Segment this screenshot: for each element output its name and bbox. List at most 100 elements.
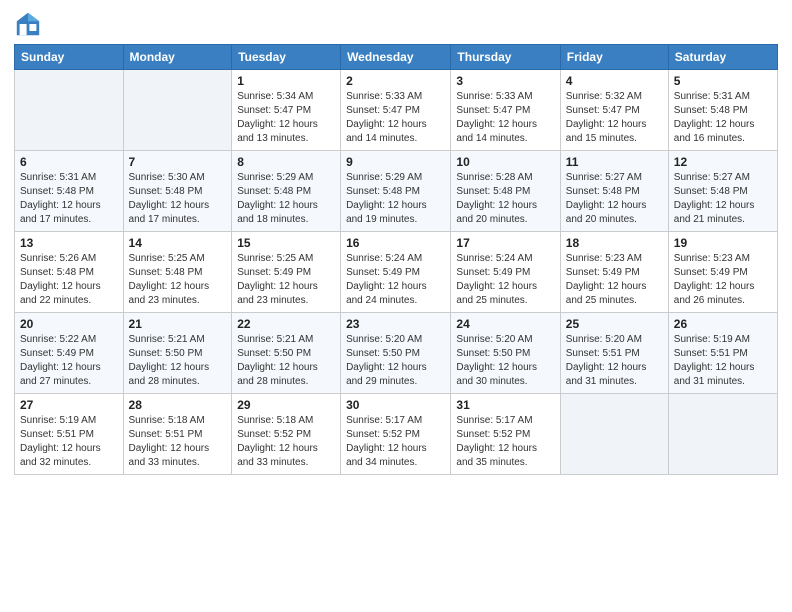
day-info: Sunrise: 5:34 AMSunset: 5:47 PMDaylight:… (237, 90, 335, 146)
calendar-cell: 16 Sunrise: 5:24 AMSunset: 5:49 PMDayligh… (341, 232, 451, 313)
day-number: 31 (456, 398, 554, 412)
day-info: Sunrise: 5:26 AMSunset: 5:48 PMDaylight:… (20, 252, 118, 308)
day-info: Sunrise: 5:29 AMSunset: 5:48 PMDaylight:… (237, 171, 335, 227)
calendar-cell: 26 Sunrise: 5:19 AMSunset: 5:51 PMDayligh… (668, 313, 777, 394)
calendar-cell: 12 Sunrise: 5:27 AMSunset: 5:48 PMDayligh… (668, 151, 777, 232)
day-number: 21 (129, 317, 227, 331)
calendar-cell: 25 Sunrise: 5:20 AMSunset: 5:51 PMDayligh… (560, 313, 668, 394)
week-row-2: 6Sunrise: 5:31 AMSunset: 5:48 PMDaylight… (15, 151, 778, 232)
calendar-cell: 23 Sunrise: 5:20 AMSunset: 5:50 PMDayligh… (341, 313, 451, 394)
day-info: Sunrise: 5:25 AMSunset: 5:49 PMDaylight:… (237, 252, 335, 308)
calendar-cell (668, 394, 777, 475)
day-number: 8 (237, 155, 335, 169)
header-friday: Friday (560, 45, 668, 70)
day-number: 3 (456, 74, 554, 88)
calendar-cell: 3 Sunrise: 5:33 AMSunset: 5:47 PMDaylight… (451, 70, 560, 151)
day-info: Sunrise: 5:29 AMSunset: 5:48 PMDaylight:… (346, 171, 445, 227)
calendar-cell: 13Sunrise: 5:26 AMSunset: 5:48 PMDayligh… (15, 232, 124, 313)
logo (14, 10, 46, 38)
day-number: 5 (674, 74, 772, 88)
calendar-header: SundayMondayTuesdayWednesdayThursdayFrid… (15, 45, 778, 70)
calendar-cell: 9 Sunrise: 5:29 AMSunset: 5:48 PMDaylight… (341, 151, 451, 232)
day-number: 1 (237, 74, 335, 88)
day-number: 25 (566, 317, 663, 331)
day-info: Sunrise: 5:20 AMSunset: 5:50 PMDaylight:… (456, 333, 554, 389)
day-number: 19 (674, 236, 772, 250)
day-number: 23 (346, 317, 445, 331)
day-info: Sunrise: 5:24 AMSunset: 5:49 PMDaylight:… (346, 252, 445, 308)
day-info: Sunrise: 5:33 AMSunset: 5:47 PMDaylight:… (456, 90, 554, 146)
calendar-cell: 6Sunrise: 5:31 AMSunset: 5:48 PMDaylight… (15, 151, 124, 232)
calendar-cell: 14 Sunrise: 5:25 AMSunset: 5:48 PMDayligh… (123, 232, 232, 313)
day-info: Sunrise: 5:18 AMSunset: 5:52 PMDaylight:… (237, 414, 335, 470)
header (14, 10, 778, 38)
day-number: 10 (456, 155, 554, 169)
day-info: Sunrise: 5:19 AMSunset: 5:51 PMDaylight:… (674, 333, 772, 389)
day-info: Sunrise: 5:17 AMSunset: 5:52 PMDaylight:… (346, 414, 445, 470)
day-info: Sunrise: 5:19 AMSunset: 5:51 PMDaylight:… (20, 414, 118, 470)
day-info: Sunrise: 5:24 AMSunset: 5:49 PMDaylight:… (456, 252, 554, 308)
day-info: Sunrise: 5:23 AMSunset: 5:49 PMDaylight:… (566, 252, 663, 308)
header-monday: Monday (123, 45, 232, 70)
day-number: 29 (237, 398, 335, 412)
page: SundayMondayTuesdayWednesdayThursdayFrid… (0, 0, 792, 612)
day-info: Sunrise: 5:31 AMSunset: 5:48 PMDaylight:… (20, 171, 118, 227)
calendar-cell: 10 Sunrise: 5:28 AMSunset: 5:48 PMDayligh… (451, 151, 560, 232)
calendar-cell: 22Sunrise: 5:21 AMSunset: 5:50 PMDayligh… (232, 313, 341, 394)
calendar-cell: 8 Sunrise: 5:29 AMSunset: 5:48 PMDaylight… (232, 151, 341, 232)
day-info: Sunrise: 5:30 AMSunset: 5:48 PMDaylight:… (129, 171, 227, 227)
calendar-cell (123, 70, 232, 151)
day-info: Sunrise: 5:33 AMSunset: 5:47 PMDaylight:… (346, 90, 445, 146)
week-row-5: 27 Sunrise: 5:19 AMSunset: 5:51 PMDayligh… (15, 394, 778, 475)
day-info: Sunrise: 5:22 AMSunset: 5:49 PMDaylight:… (20, 333, 118, 389)
day-number: 11 (566, 155, 663, 169)
calendar-cell: 2 Sunrise: 5:33 AMSunset: 5:47 PMDaylight… (341, 70, 451, 151)
week-row-4: 20 Sunrise: 5:22 AMSunset: 5:49 PMDayligh… (15, 313, 778, 394)
calendar-cell: 19 Sunrise: 5:23 AMSunset: 5:49 PMDayligh… (668, 232, 777, 313)
calendar-cell: 31 Sunrise: 5:17 AMSunset: 5:52 PMDayligh… (451, 394, 560, 475)
day-info: Sunrise: 5:27 AMSunset: 5:48 PMDaylight:… (674, 171, 772, 227)
day-number: 16 (346, 236, 445, 250)
day-info: Sunrise: 5:31 AMSunset: 5:48 PMDaylight:… (674, 90, 772, 146)
day-number: 9 (346, 155, 445, 169)
day-info: Sunrise: 5:20 AMSunset: 5:50 PMDaylight:… (346, 333, 445, 389)
day-number: 4 (566, 74, 663, 88)
header-tuesday: Tuesday (232, 45, 341, 70)
day-number: 30 (346, 398, 445, 412)
day-info: Sunrise: 5:17 AMSunset: 5:52 PMDaylight:… (456, 414, 554, 470)
calendar-cell: 11Sunrise: 5:27 AMSunset: 5:48 PMDayligh… (560, 151, 668, 232)
day-number: 28 (129, 398, 227, 412)
calendar-cell: 7 Sunrise: 5:30 AMSunset: 5:48 PMDaylight… (123, 151, 232, 232)
calendar-cell: 18Sunrise: 5:23 AMSunset: 5:49 PMDayligh… (560, 232, 668, 313)
header-wednesday: Wednesday (341, 45, 451, 70)
calendar-cell (560, 394, 668, 475)
header-thursday: Thursday (451, 45, 560, 70)
header-row: SundayMondayTuesdayWednesdayThursdayFrid… (15, 45, 778, 70)
day-number: 26 (674, 317, 772, 331)
day-number: 2 (346, 74, 445, 88)
calendar-cell: 17Sunrise: 5:24 AMSunset: 5:49 PMDayligh… (451, 232, 560, 313)
day-number: 12 (674, 155, 772, 169)
calendar-cell (15, 70, 124, 151)
calendar-cell: 4 Sunrise: 5:32 AMSunset: 5:47 PMDaylight… (560, 70, 668, 151)
calendar-cell: 27 Sunrise: 5:19 AMSunset: 5:51 PMDayligh… (15, 394, 124, 475)
day-info: Sunrise: 5:25 AMSunset: 5:48 PMDaylight:… (129, 252, 227, 308)
day-number: 7 (129, 155, 227, 169)
calendar-cell: 28Sunrise: 5:18 AMSunset: 5:51 PMDayligh… (123, 394, 232, 475)
day-number: 14 (129, 236, 227, 250)
calendar-cell: 5 Sunrise: 5:31 AMSunset: 5:48 PMDaylight… (668, 70, 777, 151)
calendar-cell: 15Sunrise: 5:25 AMSunset: 5:49 PMDayligh… (232, 232, 341, 313)
day-info: Sunrise: 5:28 AMSunset: 5:48 PMDaylight:… (456, 171, 554, 227)
logo-icon (14, 10, 42, 38)
day-number: 22 (237, 317, 335, 331)
day-info: Sunrise: 5:20 AMSunset: 5:51 PMDaylight:… (566, 333, 663, 389)
week-row-1: 1 Sunrise: 5:34 AMSunset: 5:47 PMDaylight… (15, 70, 778, 151)
calendar-cell: 24 Sunrise: 5:20 AMSunset: 5:50 PMDayligh… (451, 313, 560, 394)
calendar-cell: 21Sunrise: 5:21 AMSunset: 5:50 PMDayligh… (123, 313, 232, 394)
day-number: 20 (20, 317, 118, 331)
day-number: 24 (456, 317, 554, 331)
day-info: Sunrise: 5:32 AMSunset: 5:47 PMDaylight:… (566, 90, 663, 146)
day-info: Sunrise: 5:23 AMSunset: 5:49 PMDaylight:… (674, 252, 772, 308)
calendar-body: 1 Sunrise: 5:34 AMSunset: 5:47 PMDaylight… (15, 70, 778, 475)
day-number: 27 (20, 398, 118, 412)
